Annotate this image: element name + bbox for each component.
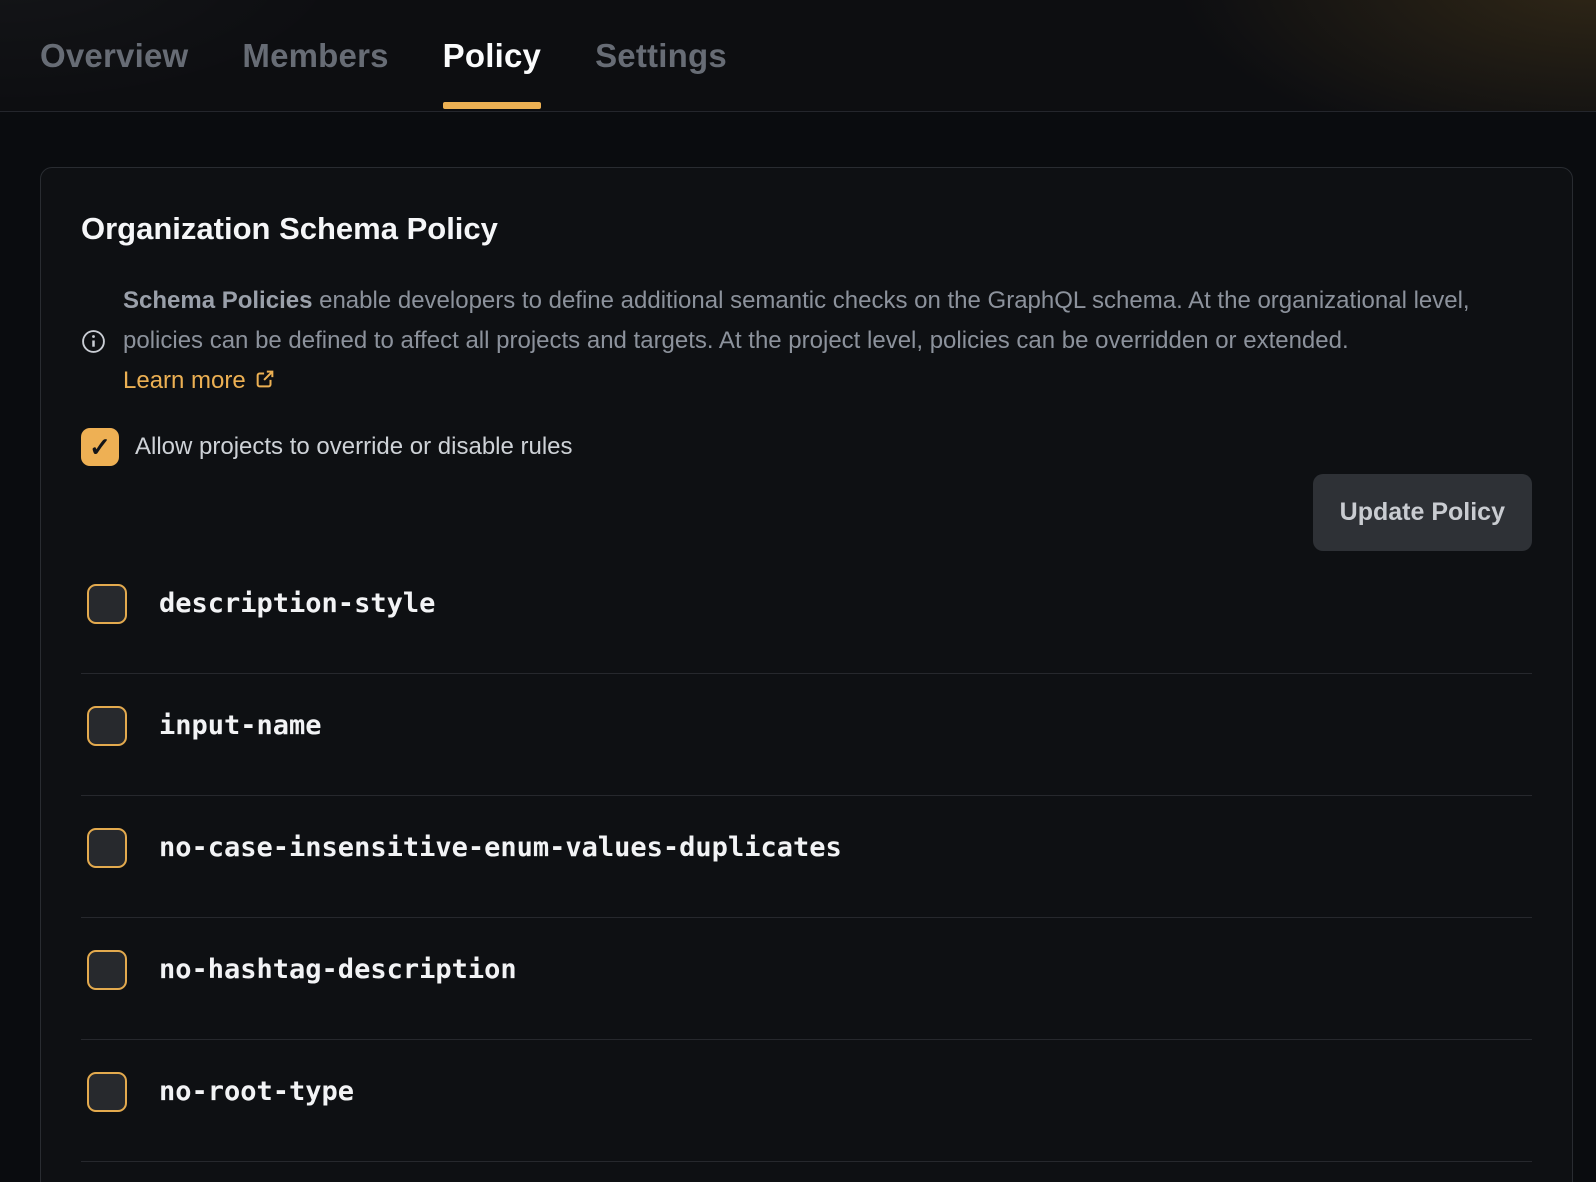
update-policy-button[interactable]: Update Policy <box>1313 474 1532 551</box>
rule-checkbox[interactable] <box>87 950 127 990</box>
rule-row-no-case-insensitive-enum-values-duplicates: no-case-insensitive-enum-values-duplicat… <box>81 796 1532 918</box>
tab-policy[interactable]: Policy <box>443 0 541 111</box>
tab-overview[interactable]: Overview <box>40 0 188 111</box>
tab-members-label: Members <box>242 37 388 75</box>
tab-overview-label: Overview <box>40 37 188 75</box>
description-lead: Schema Policies <box>123 287 312 314</box>
rule-row-description-style: description-style <box>81 552 1532 674</box>
description-body: enable developers to define additional s… <box>123 287 1470 354</box>
policy-description-text: Schema Policies enable developers to def… <box>123 281 1503 401</box>
checkmark-icon: ✓ <box>89 432 111 463</box>
rule-label: description-style <box>159 584 435 624</box>
info-circle-icon <box>81 329 106 354</box>
schema-policy-card: Organization Schema Policy Schema Polici… <box>40 167 1573 1182</box>
rule-label: input-name <box>159 706 322 746</box>
tab-settings-label: Settings <box>595 37 727 75</box>
tab-settings[interactable]: Settings <box>595 0 727 111</box>
learn-more-link[interactable]: Learn more <box>123 367 276 394</box>
allow-override-label: Allow projects to override or disable ru… <box>135 433 573 461</box>
rule-row-no-root-type: no-root-type <box>81 1040 1532 1162</box>
rule-label: no-hashtag-description <box>159 950 517 990</box>
learn-more-label: Learn more <box>123 367 246 394</box>
page-title: Organization Schema Policy <box>81 211 1532 247</box>
tab-members[interactable]: Members <box>242 0 388 111</box>
rules-list: description-style input-name no-case-ins… <box>81 552 1532 1162</box>
tab-policy-label: Policy <box>443 37 541 75</box>
policy-description: Schema Policies enable developers to def… <box>81 281 1532 401</box>
allow-override-checkbox[interactable]: ✓ <box>81 428 119 466</box>
rule-checkbox[interactable] <box>87 584 127 624</box>
external-link-icon <box>254 368 276 390</box>
rule-checkbox[interactable] <box>87 828 127 868</box>
rule-row-input-name: input-name <box>81 674 1532 796</box>
rule-checkbox[interactable] <box>87 1072 127 1112</box>
rule-checkbox[interactable] <box>87 706 127 746</box>
allow-override-row: ✓ Allow projects to override or disable … <box>81 428 1532 466</box>
button-row: Update Policy <box>81 474 1532 551</box>
rule-label: no-root-type <box>159 1072 354 1112</box>
rule-row-no-hashtag-description: no-hashtag-description <box>81 918 1532 1040</box>
tab-bar: Overview Members Policy Settings <box>0 0 1596 112</box>
rule-label: no-case-insensitive-enum-values-duplicat… <box>159 828 842 868</box>
page-content: Organization Schema Policy Schema Polici… <box>0 112 1596 1182</box>
active-tab-underline <box>443 102 541 109</box>
